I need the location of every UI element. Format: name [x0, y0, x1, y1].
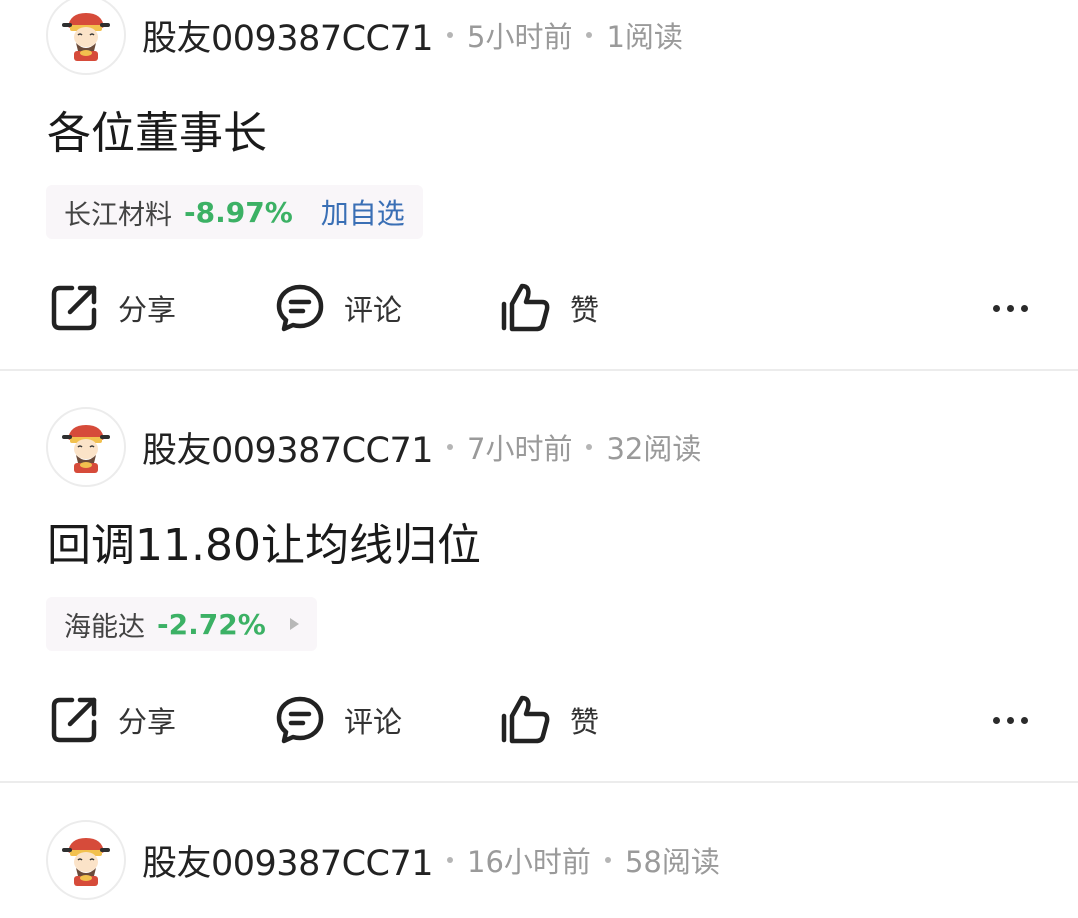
caishen-avatar-icon	[62, 838, 110, 886]
post-title[interactable]: 回调11.80让均线归位	[47, 509, 481, 573]
separator-dot	[447, 32, 454, 38]
avatar[interactable]	[46, 820, 126, 900]
divider	[0, 781, 1078, 783]
read-count: 58阅读	[624, 845, 720, 879]
separator-dot	[586, 444, 593, 450]
post-item[interactable]: 股友009387CC71 16小时前 58阅读	[0, 818, 1078, 918]
stock-name: 海能达	[64, 611, 145, 643]
like-label: 赞	[570, 705, 600, 739]
caishen-avatar-icon	[62, 13, 110, 61]
share-button[interactable]: 分享	[48, 278, 176, 338]
post-time: 7小时前	[467, 432, 573, 466]
username[interactable]: 股友009387CC71	[142, 10, 434, 61]
stock-name: 长江材料	[64, 199, 172, 231]
avatar[interactable]	[46, 407, 126, 487]
post-feed: 股友009387CC71 5小时前 1阅读 各位董事长 长江材料 -8.97% …	[0, 0, 1078, 911]
comment-icon	[276, 284, 324, 332]
comment-button[interactable]: 评论	[274, 690, 402, 750]
avatar[interactable]	[46, 0, 126, 75]
post-item[interactable]: 股友009387CC71 7小时前 32阅读 回调11.80让均线归位 海能达 …	[0, 405, 1078, 783]
read-count: 1阅读	[606, 20, 683, 54]
add-watchlist-button[interactable]: 加自选	[321, 192, 405, 232]
action-bar: 分享 评论 赞	[48, 690, 1038, 750]
thumbs-up-icon	[501, 695, 550, 744]
separator-dot	[447, 444, 454, 450]
post-header: 股友009387CC71 5小时前 1阅读	[46, 0, 683, 77]
username[interactable]: 股友009387CC71	[142, 422, 434, 473]
thumbs-up-icon	[501, 283, 550, 332]
username[interactable]: 股友009387CC71	[142, 835, 434, 886]
stock-change: -8.97%	[184, 195, 293, 229]
comment-button[interactable]: 评论	[274, 278, 402, 338]
share-button[interactable]: 分享	[48, 690, 176, 750]
divider	[0, 369, 1078, 371]
stock-tag[interactable]: 长江材料 -8.97% 加自选	[46, 185, 423, 239]
comment-label: 评论	[344, 293, 403, 327]
stock-tag[interactable]: 海能达 -2.72%	[46, 597, 317, 651]
post-header: 股友009387CC71 16小时前 58阅读	[46, 818, 720, 902]
like-button[interactable]: 赞	[498, 278, 599, 338]
more-dots-icon[interactable]	[993, 288, 1028, 328]
separator-dot	[447, 857, 454, 863]
comment-icon	[276, 696, 324, 744]
play-arrow-icon	[289, 618, 299, 630]
more-dots-icon[interactable]	[993, 700, 1028, 740]
post-header: 股友009387CC71 7小时前 32阅读	[46, 405, 701, 489]
share-label: 分享	[118, 705, 177, 739]
share-label: 分享	[118, 293, 177, 327]
like-button[interactable]: 赞	[498, 690, 599, 750]
separator-dot	[604, 857, 611, 863]
separator-dot	[586, 32, 593, 38]
share-icon	[51, 697, 97, 743]
post-title[interactable]: 各位董事长	[47, 97, 267, 161]
post-time: 5小时前	[467, 20, 573, 54]
post-time: 16小时前	[467, 845, 591, 879]
read-count: 32阅读	[606, 432, 702, 466]
action-bar: 分享 评论 赞	[48, 278, 1038, 338]
caishen-avatar-icon	[62, 425, 110, 473]
stock-change: -2.72%	[157, 607, 266, 641]
like-label: 赞	[570, 293, 600, 327]
comment-label: 评论	[344, 705, 403, 739]
share-icon	[51, 285, 97, 331]
post-item[interactable]: 股友009387CC71 5小时前 1阅读 各位董事长 长江材料 -8.97% …	[0, 0, 1078, 371]
